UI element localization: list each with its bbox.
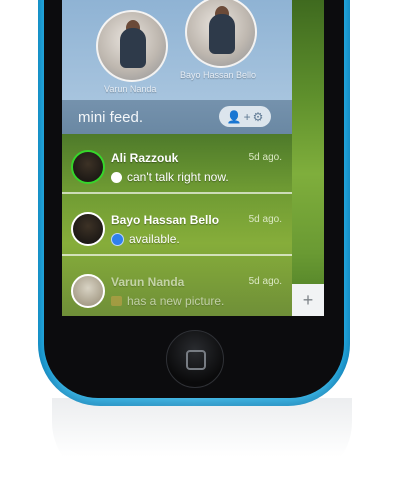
friend-bubble-bayo[interactable] (185, 0, 257, 68)
feed-item[interactable]: Varun Nanda 5d ago. has a new picture. (62, 258, 292, 316)
feed-actions-pill[interactable]: 👤 + ⚙ (219, 106, 271, 127)
divider (62, 254, 292, 256)
avatar (71, 274, 105, 308)
feed-item-status: available. (111, 232, 180, 246)
blue-dot-icon (111, 232, 124, 246)
home-square-icon (186, 350, 206, 370)
feed-item-status-text: can't talk right now. (127, 170, 229, 184)
friend-name: Varun Nanda (104, 84, 157, 94)
friends-bubbles: Varun Nanda Bayo Hassan Bello (62, 0, 292, 100)
mini-feed-list: Ali Razzouk 5d ago. can't talk right now… (62, 134, 292, 316)
feed-item-status-text: has a new picture. (127, 294, 225, 308)
chat-bubble-icon (111, 171, 122, 183)
picture-icon (111, 296, 122, 306)
feed-item-status-text: available. (129, 232, 180, 246)
feed-header: mini feed. 👤 + ⚙ (62, 100, 292, 134)
add-user-icon[interactable]: 👤 (227, 110, 242, 124)
gear-icon[interactable]: ⚙ (253, 110, 264, 124)
feed-item[interactable]: Bayo Hassan Bello 5d ago. available. (62, 196, 292, 256)
feed-item-time: 5d ago. (248, 152, 282, 163)
add-button[interactable]: + (292, 284, 324, 316)
feed-item-time: 5d ago. (248, 276, 282, 287)
phone-screen: Varun Nanda Bayo Hassan Bello mini feed.… (62, 0, 324, 316)
friend-bubble-varun[interactable] (96, 10, 168, 82)
surface-reflection (52, 398, 352, 482)
feed-item-status: can't talk right now. (111, 170, 229, 184)
feed-item[interactable]: Ali Razzouk 5d ago. can't talk right now… (62, 134, 292, 194)
friend-name: Bayo Hassan Bello (180, 70, 257, 80)
feed-item-name: Varun Nanda (111, 275, 185, 289)
feed-item-status: has a new picture. (111, 294, 224, 308)
plus-symbol: + (243, 109, 251, 124)
feed-title: mini feed. (78, 109, 144, 126)
avatar (71, 212, 105, 246)
wallpaper-peek (292, 0, 324, 316)
home-button[interactable] (166, 330, 224, 388)
feed-item-name: Bayo Hassan Bello (111, 213, 220, 227)
friend-photo-body (209, 14, 235, 54)
avatar (71, 150, 105, 184)
feed-item-time: 5d ago. (248, 214, 282, 225)
feed-item-name: Ali Razzouk (111, 151, 179, 165)
divider (62, 192, 292, 194)
friend-photo-body (120, 28, 146, 68)
